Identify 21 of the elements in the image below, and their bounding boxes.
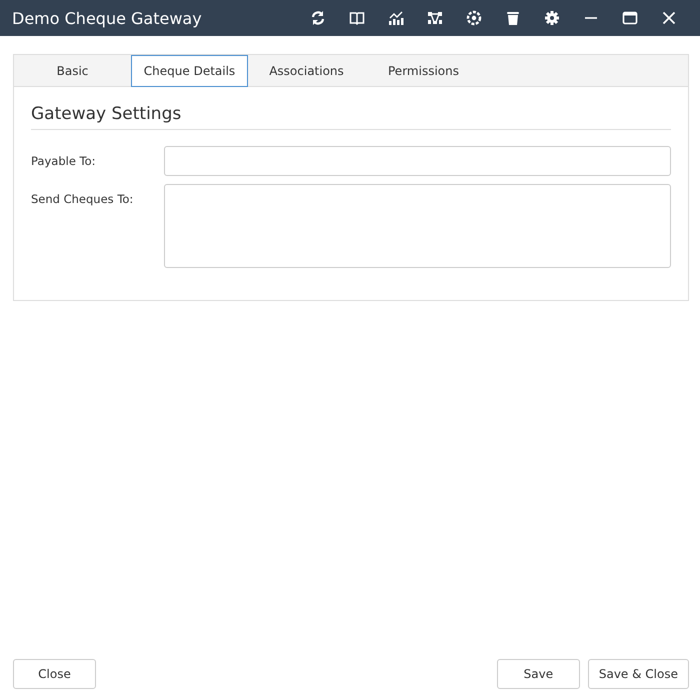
footer-button[interactable]: Close [13,659,96,689]
window-title: Demo Cheque Gateway [12,8,203,28]
chart-icon[interactable] [388,10,404,26]
section-title: Gateway Settings [31,104,671,130]
network-icon[interactable] [426,10,442,26]
tab[interactable]: Associations [248,55,365,87]
field-label: Payable To: [31,153,97,170]
settings-icon[interactable] [544,10,560,26]
book-icon[interactable] [348,10,364,26]
atom-icon[interactable] [466,10,482,26]
refresh-icon[interactable] [310,10,326,26]
tab[interactable]: Permissions [365,55,482,87]
tab[interactable]: Basic [14,55,131,87]
tab[interactable]: Cheque Details [131,55,248,87]
field-label: Send Cheques To: [31,191,134,208]
trash-icon[interactable] [504,10,520,26]
footer-button[interactable]: Save & Close [588,659,689,689]
maximize-icon[interactable] [622,10,638,26]
input-field[interactable] [164,146,671,176]
close-icon[interactable] [660,10,676,26]
footer-button[interactable]: Save [496,659,580,689]
